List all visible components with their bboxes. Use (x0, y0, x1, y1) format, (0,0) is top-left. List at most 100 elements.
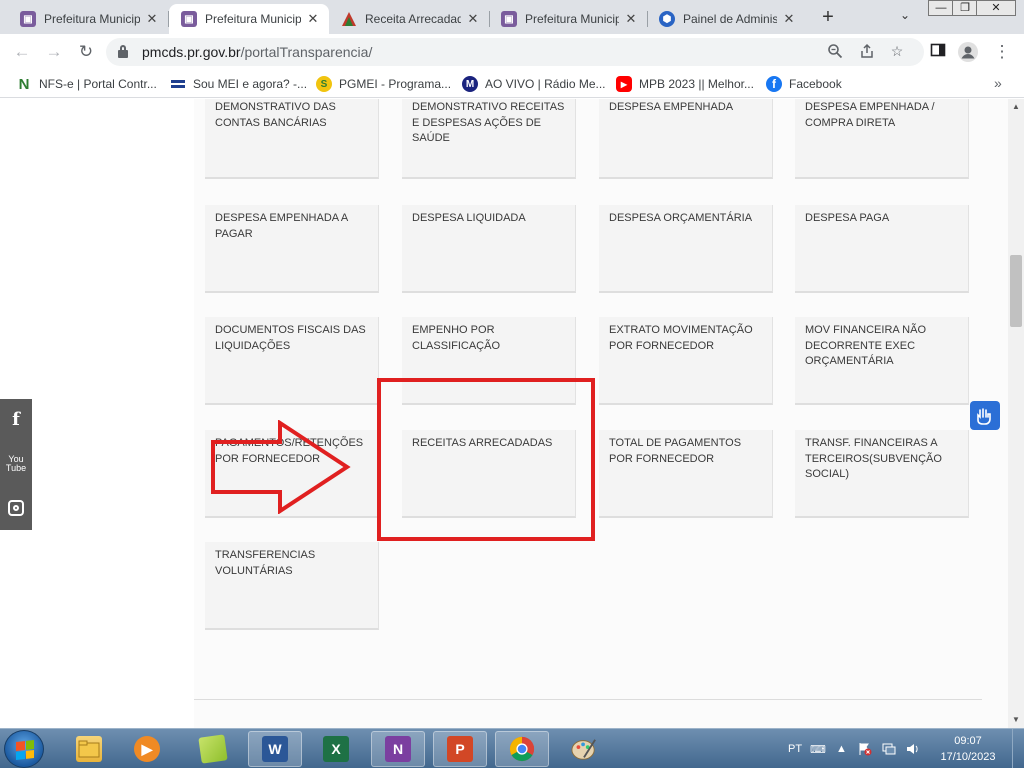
profile-avatar-icon[interactable] (958, 42, 978, 62)
card-despesa-empenhada[interactable]: DESPESA EMPENHADA (599, 99, 773, 179)
taskbar-onenote[interactable]: N (371, 731, 425, 767)
highlight-box (377, 378, 595, 541)
zoom-icon[interactable] (826, 43, 844, 61)
scroll-down-icon[interactable]: ▼ (1008, 712, 1024, 728)
taskbar-chrome[interactable] (495, 731, 549, 767)
new-tab-button[interactable]: + (816, 6, 840, 30)
card-transferencias-voluntarias[interactable]: TRANSFERENCIAS VOLUNTÁRIAS (205, 542, 379, 630)
instagram-icon[interactable] (0, 491, 32, 525)
clock-date: 17/10/2023 (940, 751, 996, 763)
start-button[interactable] (4, 730, 44, 768)
tab-1[interactable]: ▣ Prefeitura Municipal ✕ (8, 4, 168, 34)
side-panel-icon[interactable] (928, 42, 948, 62)
prefeitura-favicon-icon: ▣ (501, 11, 517, 27)
share-icon[interactable] (858, 43, 876, 61)
tab-3[interactable]: Receita Arrecadada ✕ (329, 4, 489, 34)
screen: ▣ Prefeitura Municipal ✕ ▣ Prefeitura Mu… (0, 0, 1024, 768)
bookmark-mpb[interactable]: ▶ MPB 2023 || Melhor... (616, 75, 754, 93)
card-despesa-orcamentaria[interactable]: DESPESA ORÇAMENTÁRIA (599, 205, 773, 293)
tab-title: Receita Arrecadada (365, 12, 461, 26)
taskbar-paint[interactable] (557, 731, 611, 767)
page-scrollbar[interactable]: ▲ ▼ (1008, 99, 1024, 728)
tab-title: Prefeitura Municipal (44, 12, 140, 26)
bookmark-sou-mei[interactable]: Sou MEI e agora? -... (170, 75, 307, 93)
taskbar-media-player[interactable]: ▶ (120, 731, 174, 767)
browser-menu-icon[interactable]: ⋮ (992, 42, 1012, 62)
taskbar-sticky-notes[interactable] (186, 731, 240, 767)
more-bookmarks-icon[interactable]: » (994, 75, 1002, 91)
bookmark-pgmei[interactable]: S PGMEI - Programa... (316, 75, 451, 93)
prefeitura-favicon-icon: ▣ (20, 11, 36, 27)
back-arrow-icon[interactable]: ← (12, 42, 32, 62)
network-icon[interactable] (882, 729, 896, 768)
card-despesa-paga[interactable]: DESPESA PAGA (795, 205, 969, 293)
close-tab-icon[interactable]: ✕ (781, 11, 797, 27)
close-window-button[interactable]: ✕ (976, 0, 1016, 16)
card-extrato-movimentacao[interactable]: EXTRATO MOVIMENTAÇÃO POR FORNECEDOR (599, 317, 773, 405)
word-icon: W (262, 736, 288, 762)
scroll-up-icon[interactable]: ▲ (1008, 99, 1024, 115)
show-desktop-button[interactable] (1012, 729, 1024, 768)
close-tab-icon[interactable]: ✕ (144, 11, 160, 27)
maximize-button[interactable]: ❐ (952, 0, 978, 16)
youtube-icon: ▶ (616, 76, 632, 92)
address-bar[interactable]: pmcds.pr.gov.br/portalTransparencia/ ☆ (106, 38, 924, 66)
card-documentos-fiscais[interactable]: DOCUMENTOS FISCAIS DAS LIQUIDAÇÕES (205, 317, 379, 405)
language-indicator[interactable]: PT (788, 729, 802, 768)
taskbar-explorer[interactable] (62, 731, 116, 767)
card-demonstrativo-contas[interactable]: DEMONSTRATIVO DAS CONTAS BANCÁRIAS (205, 99, 379, 179)
card-despesa-liquidada[interactable]: DESPESA LIQUIDADA (402, 205, 576, 293)
close-tab-icon[interactable]: ✕ (465, 11, 481, 27)
forward-arrow-icon[interactable]: → (44, 42, 64, 62)
bookmark-radio[interactable]: M AO VIVO | Rádio Me... (462, 75, 606, 93)
action-center-flag-icon[interactable] (858, 729, 872, 768)
prefeitura-favicon-icon: ▣ (181, 11, 197, 27)
paint-icon (571, 736, 597, 762)
system-clock[interactable]: 09:07 17/10/2023 (930, 733, 1006, 765)
scrollbar-thumb[interactable] (1010, 255, 1022, 327)
page-viewport: DEMONSTRATIVO DAS CONTAS BANCÁRIAS DEMON… (0, 99, 1008, 728)
minimize-button[interactable]: — (928, 0, 954, 16)
taskbar-powerpoint[interactable]: P (433, 731, 487, 767)
facebook-icon[interactable]: f (0, 402, 32, 436)
card-total-pagamentos[interactable]: TOTAL DE PAGAMENTOS POR FORNECEDOR (599, 430, 773, 518)
pgmei-icon: S (316, 76, 332, 92)
receita-favicon-icon (341, 11, 357, 27)
browser-toolbar: ← → ↻ pmcds.pr.gov.br/portalTransparenci… (0, 34, 1024, 70)
explorer-icon (76, 736, 102, 762)
card-mov-financeira[interactable]: MOV FINANCEIRA NÃO DECORRENTE EXEC ORÇAM… (795, 317, 969, 405)
taskbar-excel[interactable]: X (309, 731, 363, 767)
nfse-icon: N (18, 75, 30, 93)
sign-language-accessibility-icon[interactable] (970, 401, 1000, 430)
onenote-icon: N (385, 736, 411, 762)
lock-icon[interactable] (118, 45, 128, 58)
show-hidden-icons-icon[interactable]: ▲ (836, 729, 847, 768)
taskbar-word[interactable]: W (248, 731, 302, 767)
close-tab-icon[interactable]: ✕ (623, 11, 639, 27)
volume-icon[interactable] (906, 729, 920, 768)
card-demonstrativo-saude[interactable]: DEMONSTRATIVO RECEITAS E DESPESAS AÇÕES … (402, 99, 576, 179)
tab-5[interactable]: ⬢ Painel de Administração ✕ (647, 4, 805, 34)
powerpoint-icon: P (447, 736, 473, 762)
reload-icon[interactable]: ↻ (76, 42, 96, 62)
card-despesa-empenhada-a-pagar[interactable]: DESPESA EMPENHADA A PAGAR (205, 205, 379, 293)
tab-4[interactable]: ▣ Prefeitura Municipal ✕ (489, 4, 647, 34)
youtube-icon[interactable]: You Tube (0, 447, 32, 481)
card-despesa-empenhada-compra-direta[interactable]: DESPESA EMPENHADA / COMPRA DIRETA (795, 99, 969, 179)
url-text[interactable]: pmcds.pr.gov.br/portalTransparencia/ (142, 44, 372, 60)
bookmark-nfse[interactable]: N NFS-e | Portal Contr... (16, 75, 157, 93)
bookmark-star-icon[interactable]: ☆ (888, 43, 906, 61)
red-arrow-annotation-icon (211, 420, 351, 514)
radio-icon: M (462, 76, 478, 92)
tab-search-icon[interactable]: ⌄ (896, 8, 914, 26)
facebook-icon: f (766, 76, 782, 92)
bookmark-facebook[interactable]: f Facebook (766, 75, 842, 93)
keyboard-icon[interactable]: ⌨ (810, 729, 826, 768)
card-transf-financeiras[interactable]: TRANSF. FINANCEIRAS A TERCEIROS(SUBVENÇÃ… (795, 430, 969, 518)
sticky-notes-icon (198, 734, 228, 764)
tab-2[interactable]: ▣ Prefeitura Municipal ✕ (169, 4, 329, 34)
tab-title: Painel de Administração (683, 12, 777, 26)
media-player-icon: ▶ (134, 736, 160, 762)
excel-icon: X (323, 736, 349, 762)
close-tab-icon[interactable]: ✕ (305, 11, 321, 27)
